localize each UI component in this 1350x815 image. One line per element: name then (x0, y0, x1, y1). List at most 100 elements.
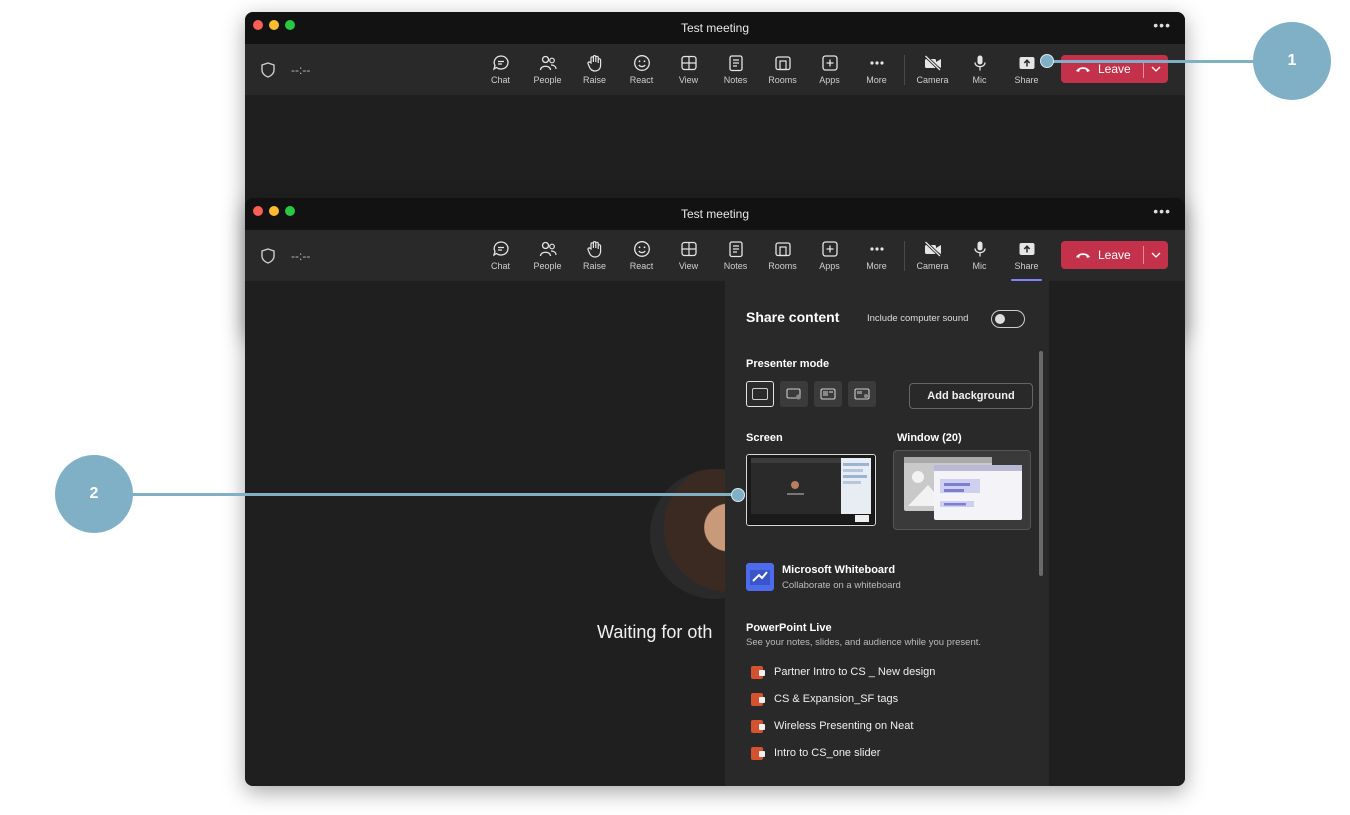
view-label: View (678, 75, 699, 85)
share-icon (1019, 243, 1034, 255)
standout-icon (786, 388, 801, 400)
rooms-icon (774, 242, 791, 257)
view-button[interactable]: View (665, 230, 712, 281)
camera-button[interactable]: Camera (909, 44, 956, 95)
apps-icon (821, 55, 838, 71)
mic-icon (973, 241, 986, 257)
view-button[interactable]: View (665, 44, 712, 95)
chat-label: Chat (490, 75, 510, 85)
share-label: Share (1014, 75, 1039, 85)
camera-button[interactable]: Camera (909, 230, 956, 281)
ppt-file-name: Partner Intro to CS _ New design (774, 666, 936, 678)
leave-options-chevron-icon[interactable] (1144, 252, 1168, 258)
presenter-mode-side-by-side[interactable] (814, 381, 842, 407)
chat-label: Chat (490, 261, 510, 271)
more-button[interactable]: More (853, 230, 900, 281)
presenter-mode-reporter[interactable] (848, 381, 876, 407)
ppt-file-name: CS & Expansion_SF tags (774, 693, 899, 705)
notes-button[interactable]: Notes (712, 44, 759, 95)
react-label: React (629, 261, 654, 271)
share-icon (1019, 57, 1034, 69)
people-button[interactable]: People (524, 44, 571, 95)
toolbar-separator (904, 55, 905, 85)
share-panel-title: Share content (746, 309, 840, 325)
react-label: React (629, 75, 654, 85)
notes-label: Notes (723, 261, 748, 271)
raise-label: Raise (582, 75, 606, 85)
presenter-mode-heading: Presenter mode (746, 358, 830, 370)
powerpoint-file-icon (751, 746, 765, 760)
meeting-timer: --:-- (291, 249, 311, 263)
react-button[interactable]: React (618, 230, 665, 281)
title-bar: Test meeting ••• (245, 12, 1185, 44)
share-label: Share (1014, 261, 1039, 271)
mic-button[interactable]: Mic (956, 44, 1003, 95)
powerpoint-file-icon (751, 692, 765, 706)
meeting-toolbar: --:-- Chat People Raise React View Notes Rooms… (245, 44, 1185, 95)
screen-share-thumbnail[interactable] (746, 454, 876, 526)
share-button[interactable]: Share (1003, 44, 1050, 95)
rooms-button[interactable]: Rooms (759, 230, 806, 281)
more-label: More (866, 75, 887, 85)
mic-icon (973, 55, 986, 71)
presenter-mode-content-only[interactable] (746, 381, 774, 407)
chat-icon (492, 55, 509, 71)
notes-label: Notes (723, 75, 748, 85)
hang-up-icon (1076, 67, 1090, 72)
ppt-file-item[interactable]: Intro to CS_one slider (751, 743, 880, 763)
react-icon (633, 55, 650, 71)
leave-options-chevron-icon[interactable] (1144, 66, 1168, 72)
whiteboard-title: Microsoft Whiteboard (782, 564, 896, 576)
callout-2-badge: 2 (55, 455, 133, 533)
raise-button[interactable]: Raise (571, 230, 618, 281)
whiteboard-icon (746, 563, 774, 591)
add-background-button[interactable]: Add background (909, 383, 1033, 409)
panel-scrollbar[interactable] (1039, 351, 1043, 576)
apps-label: Apps (819, 261, 840, 271)
title-bar: Test meeting ••• (245, 198, 1185, 230)
more-button[interactable]: More (853, 44, 900, 95)
apps-button[interactable]: Apps (806, 44, 853, 95)
include-sound-label: Include computer sound (867, 313, 969, 324)
raise-label: Raise (582, 261, 606, 271)
microsoft-whiteboard-option[interactable]: Microsoft Whiteboard Collaborate on a wh… (746, 563, 1026, 593)
notes-button[interactable]: Notes (712, 230, 759, 281)
chat-button[interactable]: Chat (477, 230, 524, 281)
rooms-label: Rooms (768, 75, 797, 85)
include-sound-toggle[interactable] (991, 310, 1025, 328)
rooms-button[interactable]: Rooms (759, 44, 806, 95)
apps-label: Apps (819, 75, 840, 85)
raise-button[interactable]: Raise (571, 44, 618, 95)
leave-button[interactable]: Leave (1061, 241, 1168, 269)
share-content-panel: Share content Include computer sound Pre… (725, 281, 1049, 786)
more-icon (869, 61, 884, 65)
mic-button[interactable]: Mic (956, 230, 1003, 281)
window-more-icon[interactable]: ••• (1153, 203, 1171, 219)
callout-2-dot (731, 488, 745, 502)
rooms-icon (774, 56, 791, 71)
raise-icon (586, 55, 601, 72)
window-share-thumbnail[interactable] (893, 450, 1031, 530)
ppt-file-item[interactable]: Wireless Presenting on Neat (751, 716, 913, 736)
apps-button[interactable]: Apps (806, 230, 853, 281)
ppt-file-item[interactable]: CS & Expansion_SF tags (751, 689, 898, 709)
callout-1-line (1046, 60, 1260, 63)
reporter-icon (854, 388, 870, 400)
react-button[interactable]: React (618, 44, 665, 95)
share-button[interactable]: Share (1003, 230, 1050, 281)
leave-label: Leave (1098, 248, 1131, 262)
chat-button[interactable]: Chat (477, 44, 524, 95)
people-button[interactable]: People (524, 230, 571, 281)
apps-icon (821, 241, 838, 257)
hang-up-icon (1076, 253, 1090, 258)
view-icon (680, 241, 697, 257)
raise-icon (586, 241, 601, 258)
window-more-icon[interactable]: ••• (1153, 17, 1171, 33)
presenter-mode-standout[interactable] (780, 381, 808, 407)
people-label: People (533, 75, 562, 85)
content-only-icon (752, 388, 768, 400)
view-label: View (678, 261, 699, 271)
ppt-file-item[interactable]: Partner Intro to CS _ New design (751, 662, 935, 682)
window-heading: Window (20) (897, 432, 962, 444)
powerpoint-live-subtitle: See your notes, slides, and audience whi… (746, 637, 982, 648)
